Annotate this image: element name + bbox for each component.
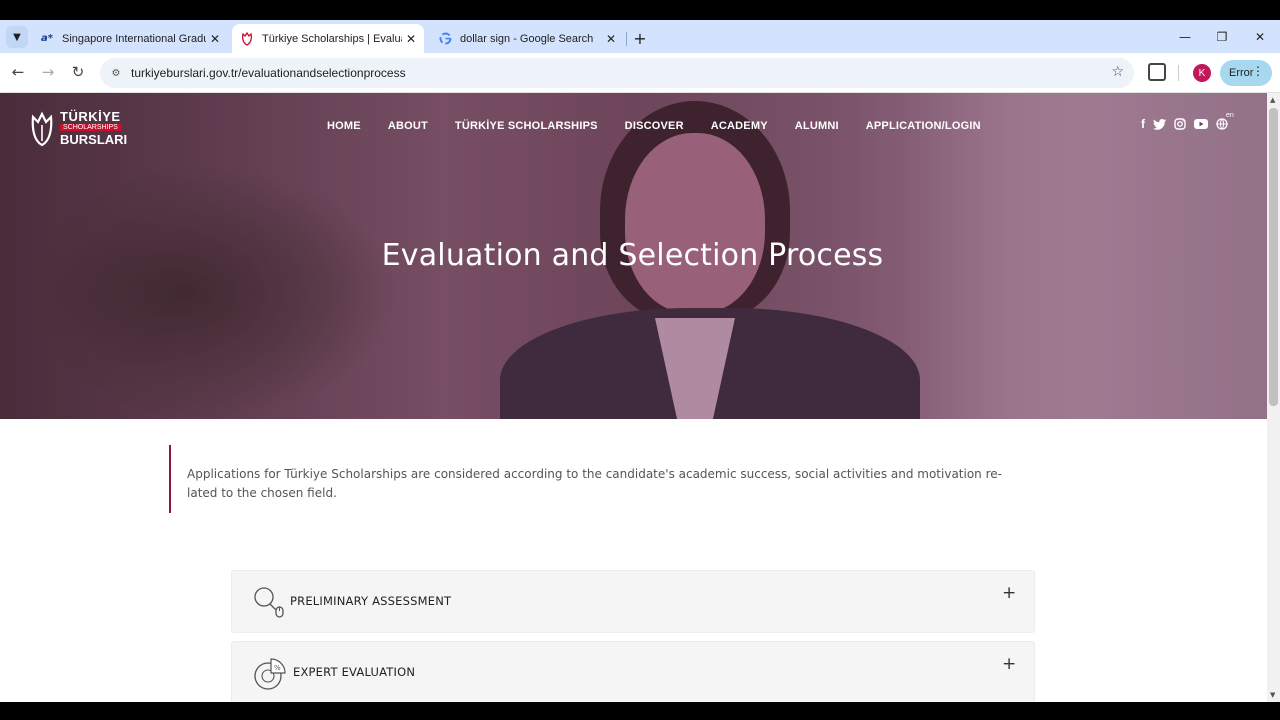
back-button[interactable]: ← [8,62,28,82]
tab-singapore[interactable]: a* Singapore International Gradua ✕ [32,24,228,53]
forward-button[interactable]: → [38,62,58,82]
logo-text-burslari: BURSLARI [60,132,128,147]
social-links: f en [1141,112,1234,131]
nav-turkiye-scholarships[interactable]: TÜRKİYE SCHOLARSHIPS [455,120,598,132]
bookmark-star-icon[interactable]: ☆ [1111,64,1124,80]
intro-line-1: Applications for Türkiye Scholarships ar… [187,467,1002,481]
reload-button[interactable]: ↻ [68,62,88,82]
chevron-down-icon: ▼ [13,31,21,43]
tulip-logo-icon [31,111,53,147]
error-button[interactable]: Error ⋮ [1220,60,1272,86]
instagram-icon[interactable] [1174,117,1186,131]
nav-application-login[interactable]: APPLICATION/LOGIN [866,120,981,132]
language-code: en [1226,112,1234,119]
tab-google-search[interactable]: dollar sign - Google Search ✕ [430,24,624,53]
tab-title: Singapore International Gradua [62,32,206,45]
intro-text: Applications for Türkiye Scholarships ar… [187,465,1009,503]
minimize-button[interactable]: — [1173,28,1197,46]
site-logo[interactable]: TÜRKİYE SCHOLARSHIPS BURSLARI [30,109,130,149]
plus-icon: + [633,28,647,48]
tulip-icon [240,31,254,46]
percent-pie-icon: % [254,658,286,690]
google-g-icon [438,32,452,46]
profile-avatar[interactable]: K [1193,64,1211,82]
restore-icon: ❐ [1216,30,1228,44]
a-star-icon: a* [41,33,53,44]
address-bar[interactable]: ⚙ turkiyeburslari.gov.tr/evaluationandse… [100,58,1134,88]
magnifier-mouse-icon [254,587,284,618]
expand-plus-icon[interactable]: + [1002,583,1016,603]
svg-text:%: % [274,664,281,672]
logo-text-scholarships: SCHOLARSHIPS [60,124,121,131]
nav-academy[interactable]: ACADEMY [711,120,768,132]
minimize-icon: — [1179,30,1191,44]
nav-about[interactable]: ABOUT [388,120,428,132]
intro-line-2: lated to the chosen field. [187,486,337,500]
close-icon[interactable]: ✕ [402,30,420,48]
main-navigation: HOME ABOUT TÜRKİYE SCHOLARSHIPS DISCOVER… [327,120,981,132]
page-scrollbar[interactable]: ▲ ▼ [1267,93,1280,702]
screen-frame: ▼ a* Singapore International Gradua ✕ Tü… [0,0,1280,720]
tab-search-button[interactable]: ▼ [6,26,28,48]
close-icon[interactable]: ✕ [206,30,224,48]
tab-separator [626,32,627,46]
scroll-up-arrow-icon[interactable]: ▲ [1270,96,1275,104]
reload-icon: ↻ [71,63,85,81]
twitter-icon[interactable] [1153,117,1166,131]
error-label: Error [1229,67,1254,79]
youtube-icon[interactable] [1194,117,1208,131]
hero-banner: TÜRKİYE SCHOLARSHIPS BURSLARI HOME ABOUT… [0,93,1267,419]
accordion-label: EXPERT EVALUATION [293,665,416,679]
site-info-icon[interactable]: ⚙ [108,65,124,81]
tab-title: Türkiye Scholarships | Evaluatio [262,32,402,45]
restore-button[interactable]: ❐ [1210,28,1234,46]
arrow-right-icon: → [41,63,55,81]
facebook-icon[interactable]: f [1141,117,1145,131]
more-menu-icon: ⋮ [1252,64,1264,78]
close-icon[interactable]: ✕ [602,30,620,48]
tab-title: dollar sign - Google Search [460,32,594,45]
accordion-expert-evaluation[interactable]: % EXPERT EVALUATION + [231,641,1035,702]
accordion-label: PRELIMINARY ASSESSMENT [290,594,452,608]
accordion-preliminary-assessment[interactable]: PRELIMINARY ASSESSMENT + [231,570,1035,633]
arrow-left-icon: ← [11,63,25,81]
nav-home[interactable]: HOME [327,120,361,132]
scroll-down-arrow-icon[interactable]: ▼ [1270,691,1275,699]
close-window-button[interactable]: ✕ [1248,28,1272,46]
url-text: turkiyeburslari.gov.tr/evaluationandsele… [131,66,406,80]
tab-strip: ▼ a* Singapore International Gradua ✕ Tü… [0,20,1280,53]
new-tab-button[interactable]: + [630,28,650,48]
page-title: Evaluation and Selection Process [381,238,884,273]
nav-discover[interactable]: DISCOVER [625,120,684,132]
nav-alumni[interactable]: ALUMNI [795,120,839,132]
close-icon: ✕ [1254,30,1266,44]
browser-toolbar: ← → ↻ ⚙ turkiyeburslari.gov.tr/evaluatio… [0,53,1280,93]
tab-turkiye-scholarships[interactable]: Türkiye Scholarships | Evaluatio ✕ [232,24,424,53]
language-globe-icon[interactable]: en [1216,112,1234,131]
toolbar-divider [1178,65,1179,81]
expand-plus-icon[interactable]: + [1002,654,1016,674]
scrollbar-thumb[interactable] [1269,108,1278,406]
page-viewport: TÜRKİYE SCHOLARSHIPS BURSLARI HOME ABOUT… [0,93,1267,702]
logo-text-turkiye: TÜRKİYE [60,109,121,124]
intro-blockquote: Applications for Türkiye Scholarships ar… [169,445,1009,513]
browser-window: ▼ a* Singapore International Gradua ✕ Tü… [0,20,1280,702]
extensions-icon[interactable] [1148,63,1166,81]
